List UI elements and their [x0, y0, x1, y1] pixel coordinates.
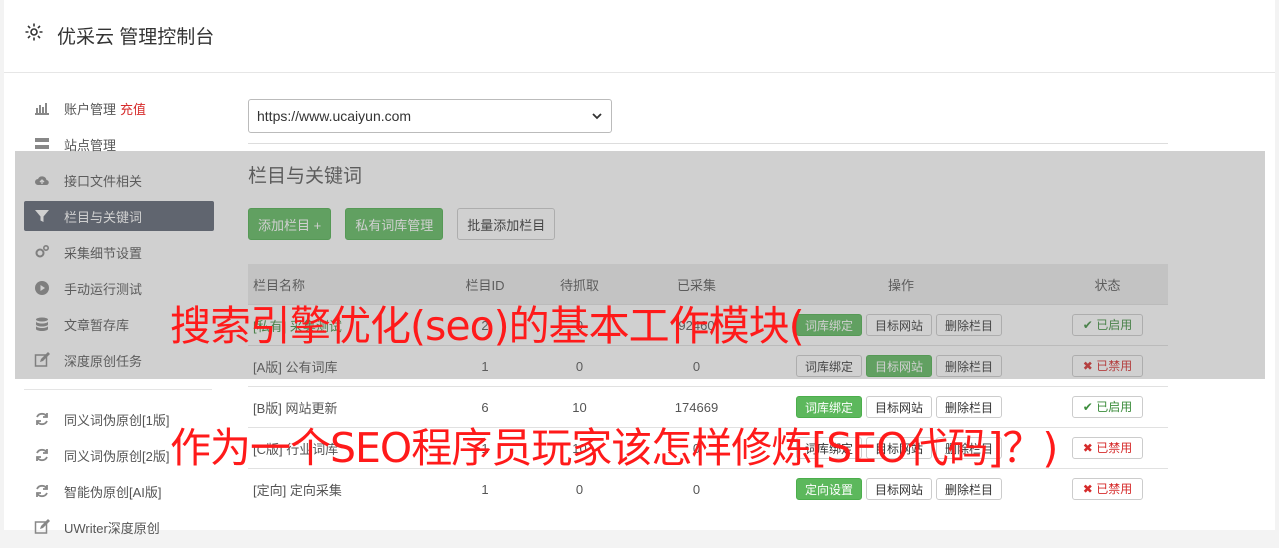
actions-cell: 定向设置 目标网站 删除栏目	[755, 468, 1047, 509]
overlay-headline-2: 作为一个SEO程序员玩家该怎样修炼[SEO代码]？)	[170, 424, 1058, 472]
status-disabled-button[interactable]: ✖ 已禁用	[1071, 478, 1144, 500]
sidebar-item-uwriter[interactable]: UWriter深度原创	[24, 512, 214, 542]
column-name[interactable]: [定向] 定向采集	[248, 468, 449, 509]
app-title: 优采云 管理控制台	[57, 27, 215, 48]
edit-icon	[34, 519, 50, 534]
status-cell: ✖ 已禁用	[1047, 427, 1168, 469]
bar-chart-icon	[35, 103, 49, 115]
refresh-icon	[36, 448, 48, 462]
table-row: [定向] 定向采集 1 0 0 定向设置 目标网站 删除栏目 ✖ 已禁用	[248, 468, 1168, 509]
column-id: 1	[449, 468, 521, 509]
server-icon	[35, 138, 49, 149]
refresh-icon	[36, 484, 48, 498]
sidebar-item-label: UWriter深度原创	[64, 520, 160, 536]
status-cell: ✖ 已禁用	[1047, 468, 1168, 509]
status-disabled-button[interactable]: ✖ 已禁用	[1071, 437, 1144, 459]
directed-settings-button[interactable]: 定向设置	[795, 478, 862, 500]
sidebar-item-label: 账户管理	[64, 101, 117, 117]
pending-count: 0	[521, 468, 638, 509]
status-label: 已禁用	[1096, 441, 1133, 455]
sidebar-item-label: 智能伪原创[AI版]	[64, 484, 162, 500]
site-select-value: https://www.ucaiyun.com	[257, 108, 412, 124]
site-select[interactable]: https://www.ucaiyun.com	[248, 99, 612, 133]
divider	[248, 143, 1168, 144]
recharge-link[interactable]: 充值	[120, 99, 146, 118]
sidebar-item-label: 同义词伪原创[2版]	[64, 448, 170, 464]
top-bar: 优采云 管理控制台	[4, 0, 1275, 73]
chevron-down-icon	[592, 113, 602, 120]
sidebar-item-account[interactable]: 账户管理 充值	[24, 93, 214, 123]
sidebar-divider	[24, 389, 212, 390]
delete-column-button[interactable]: 删除栏目	[936, 478, 1003, 500]
status-label: 已启用	[1096, 400, 1133, 414]
collected-count: 0	[638, 468, 755, 509]
main-area: https://www.ucaiyun.com 栏目与关键词 添加栏目 + 私有…	[248, 99, 1168, 509]
sidebar-item-smart-ai[interactable]: 智能伪原创[AI版]	[24, 476, 214, 506]
overlay-headline-1: 搜索引擎优化(seo)的基本工作模块(	[170, 302, 805, 350]
target-site-button[interactable]: 目标网站	[865, 478, 932, 500]
status-cell: ✔ 已启用	[1047, 386, 1168, 428]
status-label: 已禁用	[1096, 482, 1133, 496]
status-enabled-button[interactable]: ✔ 已启用	[1071, 396, 1144, 418]
gear-icon	[25, 23, 43, 41]
sidebar-item-label: 同义词伪原创[1版]	[64, 412, 170, 428]
refresh-icon	[36, 412, 48, 426]
